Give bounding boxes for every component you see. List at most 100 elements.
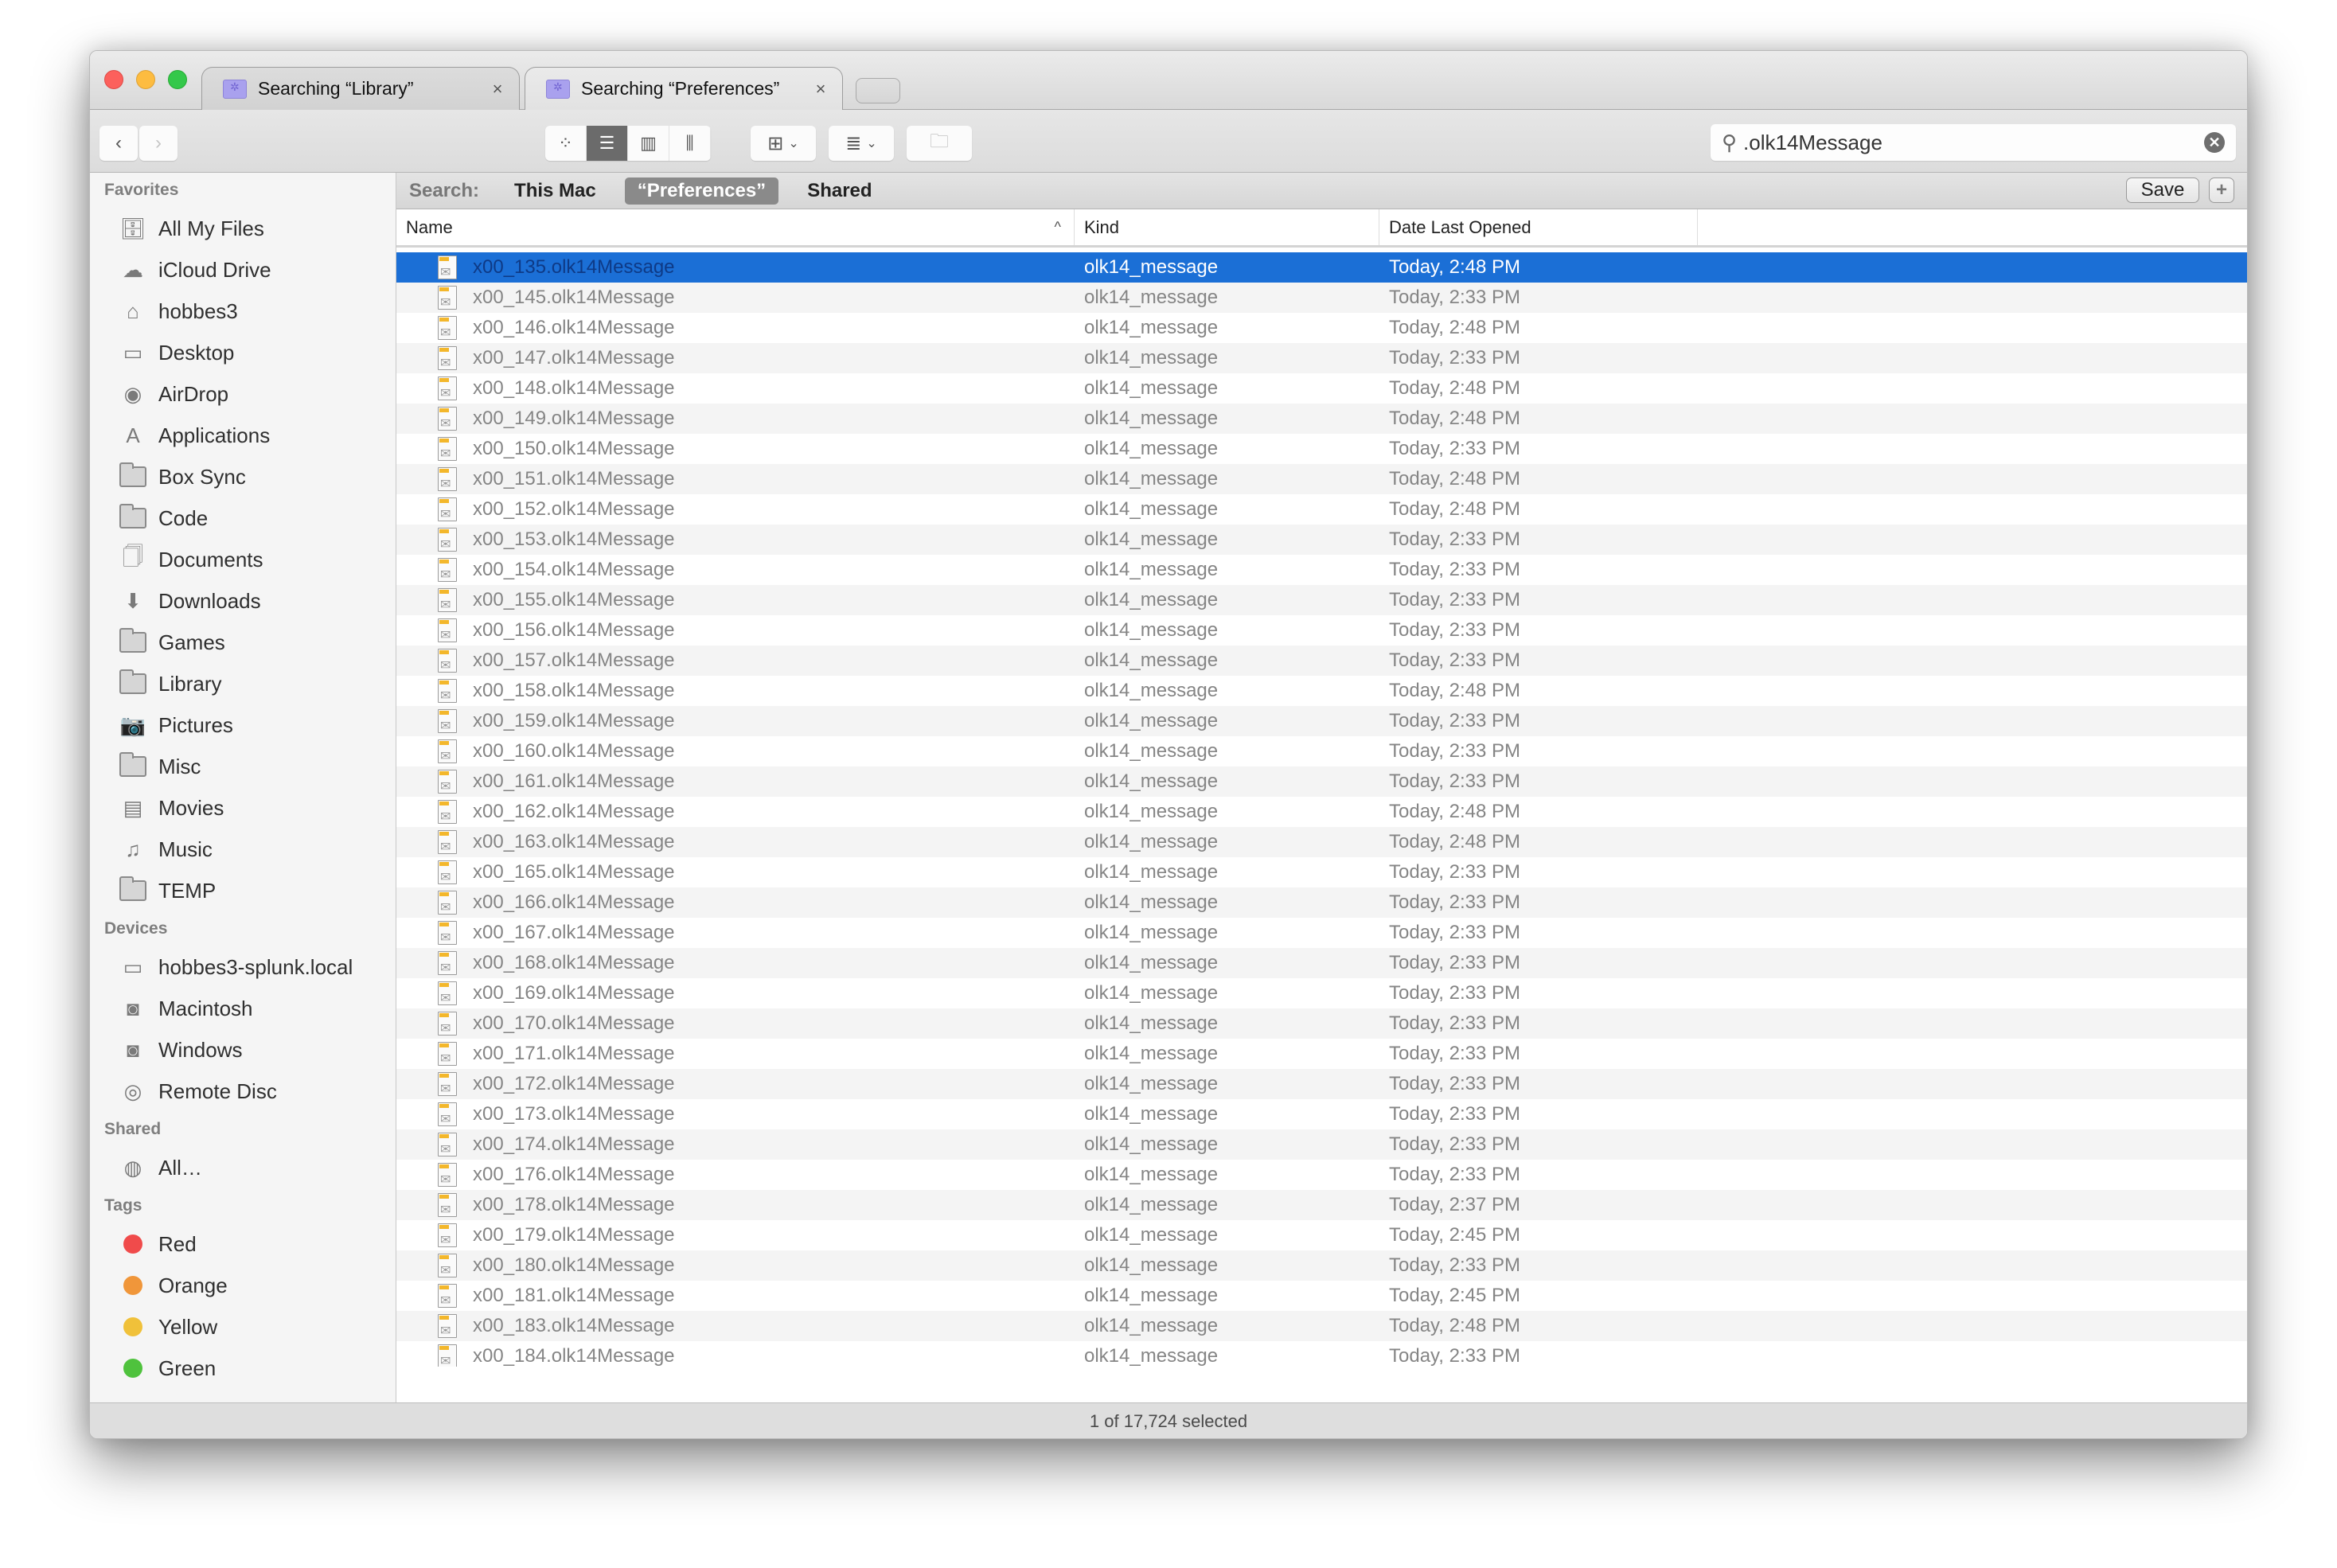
table-row[interactable]: x00_160.olk14Message olk14_message Today, …	[396, 736, 2247, 766]
table-row[interactable]: x00_147.olk14Message olk14_message Today, …	[396, 343, 2247, 373]
table-row[interactable]: x00_172.olk14Message olk14_message Today, …	[396, 1069, 2247, 1099]
sidebar-item-all[interactable]: ◍ All…	[90, 1147, 396, 1188]
search-field[interactable]: ⚲ .olk14Message ✕	[1711, 124, 2236, 161]
sidebar-item-applications[interactable]: A Applications	[90, 415, 396, 456]
table-row[interactable]: x00_157.olk14Message olk14_message Today, …	[396, 646, 2247, 676]
table-row[interactable]: x00_145.olk14Message olk14_message Today, …	[396, 283, 2247, 313]
table-row-selected[interactable]: x00_135.olk14Message olk14_message Today, …	[396, 252, 2247, 283]
table-row[interactable]: x00_162.olk14Message olk14_message Today, …	[396, 797, 2247, 827]
sidebar-item-temp[interactable]: TEMP	[90, 870, 396, 911]
table-row[interactable]: x00_163.olk14Message olk14_message Today, …	[396, 827, 2247, 857]
table-row[interactable]: x00_158.olk14Message olk14_message Today, …	[396, 676, 2247, 706]
table-row[interactable]: x00_173.olk14Message olk14_message Today, …	[396, 1099, 2247, 1129]
table-row[interactable]: x00_149.olk14Message olk14_message Today, …	[396, 404, 2247, 434]
table-row[interactable]: x00_159.olk14Message olk14_message Today, …	[396, 706, 2247, 736]
table-row[interactable]: x00_151.olk14Message olk14_message Today, …	[396, 464, 2247, 494]
icon-view-button[interactable]: ⁘	[545, 126, 587, 161]
message-file-icon	[438, 407, 457, 431]
sidebar-item-airdrop[interactable]: ◉ AirDrop	[90, 373, 396, 415]
tab-searching-library[interactable]: Searching “Library” ×	[201, 67, 520, 110]
cover-flow-view-button[interactable]: ⫼	[669, 126, 711, 161]
sidebar-item-green[interactable]: Green	[90, 1348, 396, 1389]
tab-close-icon[interactable]: ×	[810, 79, 831, 99]
back-button[interactable]: ‹	[99, 126, 138, 161]
sidebar-item-yellow[interactable]: Yellow	[90, 1306, 396, 1348]
table-row[interactable]: x00_156.olk14Message olk14_message Today, …	[396, 615, 2247, 646]
table-row[interactable]: x00_174.olk14Message olk14_message Today, …	[396, 1129, 2247, 1160]
cell-kind: olk14_message	[1084, 529, 1219, 550]
zoom-window-button[interactable]	[168, 70, 187, 89]
column-view-button[interactable]: ▥	[628, 126, 669, 161]
table-row[interactable]: x00_169.olk14Message olk14_message Today, …	[396, 978, 2247, 1008]
search-input[interactable]: .olk14Message	[1743, 131, 2204, 155]
sidebar-item-label: All…	[158, 1155, 202, 1180]
column-header-kind[interactable]: Kind	[1075, 209, 1379, 245]
table-row[interactable]: x00_166.olk14Message olk14_message Today, …	[396, 887, 2247, 918]
close-window-button[interactable]	[104, 70, 123, 89]
sidebar-item-windows[interactable]: ◙ Windows	[90, 1029, 396, 1071]
arrange-button[interactable]: ⊞ ⌄	[751, 126, 816, 161]
sidebar-item-downloads[interactable]: ⬇ Downloads	[90, 580, 396, 622]
scope-shared[interactable]: Shared	[794, 177, 884, 205]
table-row[interactable]: x00_183.olk14Message olk14_message Today, …	[396, 1311, 2247, 1341]
table-row[interactable]: x00_176.olk14Message olk14_message Today, …	[396, 1160, 2247, 1190]
film-icon: ▤	[123, 795, 143, 820]
sidebar-item-red[interactable]: Red	[90, 1223, 396, 1265]
sidebar-item-library[interactable]: Library	[90, 663, 396, 704]
table-row[interactable]: x00_171.olk14Message olk14_message Today, …	[396, 1039, 2247, 1069]
sidebar-item-remote-disc[interactable]: ◎ Remote Disc	[90, 1071, 396, 1112]
table-row[interactable]: x00_168.olk14Message olk14_message Today, …	[396, 948, 2247, 978]
sidebar-item-code[interactable]: Code	[90, 497, 396, 539]
sidebar-item-music[interactable]: ♫ Music	[90, 829, 396, 870]
sidebar-item-icloud-drive[interactable]: ☁ iCloud Drive	[90, 249, 396, 291]
sidebar-item-macintosh[interactable]: ◙ Macintosh	[90, 988, 396, 1029]
table-row[interactable]: x00_152.olk14Message olk14_message Today, …	[396, 494, 2247, 525]
file-name: x00_161.olk14Message	[473, 770, 675, 792]
table-row[interactable]: x00_167.olk14Message olk14_message Today, …	[396, 918, 2247, 948]
sidebar-item-label: hobbes3	[158, 298, 238, 323]
sidebar-item-label: All My Files	[158, 216, 264, 240]
new-folder-button[interactable]: 🗀	[907, 126, 972, 161]
table-row[interactable]: x00_178.olk14Message olk14_message Today, …	[396, 1190, 2247, 1220]
column-header-date-last-opened[interactable]: Date Last Opened	[1379, 209, 1698, 245]
table-row[interactable]: x00_146.olk14Message olk14_message Today, …	[396, 313, 2247, 343]
list-view-button[interactable]: ☰	[587, 126, 628, 161]
table-row[interactable]: x00_154.olk14Message olk14_message Today, …	[396, 555, 2247, 585]
tab-searching-preferences[interactable]: Searching “Preferences” ×	[525, 67, 843, 110]
forward-button[interactable]: ›	[139, 126, 178, 161]
sidebar-item-desktop[interactable]: ▭ Desktop	[90, 332, 396, 373]
table-row[interactable]: x00_179.olk14Message olk14_message Today, …	[396, 1220, 2247, 1250]
sidebar-item-movies[interactable]: ▤ Movies	[90, 787, 396, 829]
sidebar-item-hobbes3[interactable]: ⌂ hobbes3	[90, 291, 396, 332]
table-row[interactable]: x00_148.olk14Message olk14_message Today, …	[396, 373, 2247, 404]
table-row[interactable]: x00_180.olk14Message olk14_message Today, …	[396, 1250, 2247, 1281]
table-row[interactable]: x00_155.olk14Message olk14_message Today, …	[396, 585, 2247, 615]
sidebar-item-games[interactable]: Games	[90, 622, 396, 663]
table-row[interactable]: x00_150.olk14Message olk14_message Today, …	[396, 434, 2247, 464]
add-criteria-button[interactable]: +	[2209, 177, 2234, 203]
table-row[interactable]: x00_153.olk14Message olk14_message Today, …	[396, 525, 2247, 555]
table-row[interactable]: x00_184.olk14Message olk14_message Today, …	[396, 1341, 2247, 1367]
tab-close-icon[interactable]: ×	[487, 79, 508, 99]
scope-this-mac[interactable]: This Mac	[501, 177, 609, 205]
action-button[interactable]: ≣ ⌄	[829, 126, 894, 161]
sidebar-item-all-my-files[interactable]: 🗄 All My Files	[90, 208, 396, 249]
clear-search-icon[interactable]: ✕	[2204, 132, 2225, 153]
table-row[interactable]: x00_165.olk14Message olk14_message Today, …	[396, 857, 2247, 887]
message-file-icon	[438, 1102, 457, 1127]
save-search-button[interactable]: Save	[2126, 177, 2199, 203]
table-row[interactable]: x00_170.olk14Message olk14_message Today, …	[396, 1008, 2247, 1039]
sidebar-item-box-sync[interactable]: Box Sync	[90, 456, 396, 497]
table-row[interactable]: x00_181.olk14Message olk14_message Today, …	[396, 1281, 2247, 1311]
scope-preferences[interactable]: “Preferences”	[624, 177, 779, 205]
sidebar-item-documents[interactable]: 🗍 Documents	[90, 539, 396, 580]
sidebar-item-label: Green	[158, 1355, 217, 1380]
minimize-window-button[interactable]	[136, 70, 155, 89]
sidebar-item-hobbes3-splunk-local[interactable]: ▭ hobbes3-splunk.local	[90, 946, 396, 988]
sidebar-item-orange[interactable]: Orange	[90, 1265, 396, 1306]
table-row[interactable]: x00_161.olk14Message olk14_message Today, …	[396, 766, 2247, 797]
new-tab-button[interactable]	[856, 78, 900, 103]
sidebar-item-pictures[interactable]: 📷 Pictures	[90, 704, 396, 746]
sidebar-item-misc[interactable]: Misc	[90, 746, 396, 787]
column-header-name[interactable]: Name ^	[396, 209, 1075, 245]
